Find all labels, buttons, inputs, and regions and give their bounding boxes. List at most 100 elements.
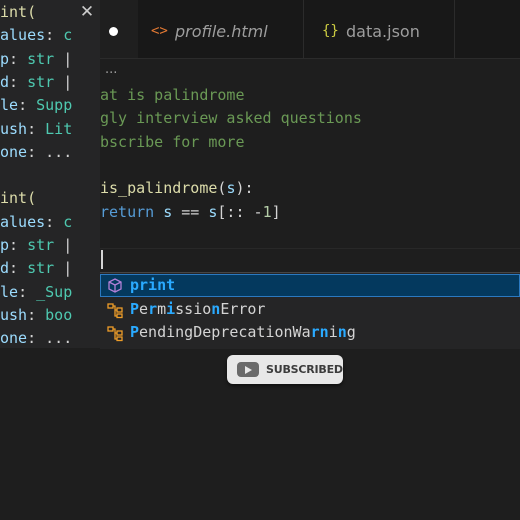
code-token: c (63, 212, 73, 231)
suggestion-label-part: i (166, 299, 176, 318)
code-token: ush (0, 119, 28, 138)
json-file-icon: {} (322, 23, 339, 39)
code-token: ): (235, 179, 254, 198)
code-token: | (54, 72, 73, 91)
suggestion-label-part: print (130, 276, 176, 294)
code-line: alues: c (0, 23, 72, 47)
modified-dot-icon[interactable] (109, 27, 118, 36)
code-token: boo (45, 305, 73, 324)
code-token: return (100, 202, 155, 221)
code-token: d (0, 259, 10, 278)
code-line: one: ... (0, 326, 72, 348)
suggestion-label-part: r (148, 299, 158, 318)
code-token: | (54, 259, 73, 278)
suggestion-label-part: ssio (175, 299, 212, 318)
code-token: : (9, 49, 28, 68)
code-token: is_palindrome (100, 179, 218, 198)
code-line: le: Supp (0, 93, 72, 117)
breadcrumb[interactable]: ... (105, 62, 117, 77)
code-token: | (54, 49, 73, 68)
code-token: bscribe for more (100, 132, 245, 151)
code-token: le (0, 96, 19, 115)
code-line: bscribe for more (100, 130, 245, 154)
suggestion-item[interactable]: print (100, 274, 520, 297)
code-token: gly interview asked questions (100, 109, 362, 128)
code-token: : (9, 259, 28, 278)
code-token: Supp (36, 96, 73, 115)
suggestion-label: PermissionError (130, 299, 265, 320)
suggestion-label-part: P (130, 299, 140, 318)
suggestion-label-part: n (337, 323, 347, 341)
suggestion-label-part: endingDeprecationWa (139, 323, 311, 341)
code-token: alues (0, 26, 46, 45)
code-token: str (27, 72, 55, 91)
code-token: | (54, 236, 73, 254)
code-token: : (45, 26, 64, 45)
code-token: c (63, 26, 73, 45)
tab-profile-html[interactable]: <> profile.html (138, 0, 304, 58)
code-line: p: str | (0, 233, 72, 257)
class-icon (106, 301, 124, 319)
code-line: d: str | (0, 70, 72, 94)
subscribed-label: SUBSCRIBED (266, 363, 343, 376)
tab-active[interactable] (100, 0, 138, 58)
code-token: alues (0, 212, 46, 231)
code-line: return s == s[:: -1] (100, 200, 281, 224)
code-line: ush: boo (0, 303, 72, 327)
suggestion-label-part: m (157, 299, 167, 318)
suggestion-label: PendingDeprecationWarning (130, 322, 356, 343)
code-token: int( (0, 3, 37, 21)
code-token: int( (0, 189, 37, 208)
suggestion-item[interactable]: PermissionError (100, 298, 520, 321)
code-token: str (27, 236, 55, 254)
code-token: d (0, 72, 10, 91)
code-line: gly interview asked questions (100, 106, 362, 130)
suggestion-label-part: P (130, 323, 140, 341)
code-line: d: str | (0, 256, 72, 280)
close-icon[interactable]: ✕ (78, 2, 96, 22)
code-token: : ... (27, 142, 73, 161)
youtube-play-icon (237, 362, 259, 377)
code-token: : (18, 96, 37, 115)
function-cube-icon (106, 277, 124, 295)
code-token: == (172, 202, 209, 221)
text-caret (101, 250, 103, 269)
code-line: at is palindrome (100, 83, 245, 107)
suggestion-label-part: Error (220, 299, 266, 318)
code-token: : (27, 119, 46, 138)
code-token: le (0, 282, 19, 301)
class-icon (106, 324, 124, 342)
suggestion-item[interactable]: PendingDeprecationWarning (100, 321, 520, 344)
suggestion-label-part: rn (310, 323, 329, 341)
code-token: Lit (45, 119, 73, 138)
suggestion-label-part: g (346, 323, 356, 341)
subscribed-badge[interactable]: SUBSCRIBED (227, 355, 343, 384)
code-token: ] (271, 202, 281, 221)
html-file-icon: <> (151, 23, 168, 39)
code-token: [:: - (217, 202, 263, 221)
code-token: s (163, 202, 173, 221)
current-line-highlight (100, 248, 520, 275)
code-token: : (27, 305, 46, 324)
hover-panel: int(alues: c p: str | d: str | le: Supp ush:… (0, 0, 100, 348)
tab-data-json[interactable]: {} data.json (304, 0, 455, 58)
code-line: p: str | (0, 47, 72, 71)
code-token: : (9, 72, 28, 91)
code-token: 1 (262, 202, 272, 221)
code-token: at is palindrome (100, 86, 245, 104)
code-line: ush: Lit (0, 117, 72, 141)
code-line: alues: c (0, 210, 72, 234)
code-token: one (0, 142, 28, 161)
suggestion-label-part: i (328, 323, 338, 341)
code-line: int( (0, 0, 36, 24)
code-line: int( (0, 186, 36, 210)
code-token: ush (0, 305, 28, 324)
code-token: : (45, 212, 64, 231)
code-token: : (9, 236, 28, 254)
tab-label: profile.html (175, 22, 268, 41)
tab-bar: <> profile.html {} data.json (100, 0, 520, 59)
tab-label: data.json (346, 22, 420, 41)
code-token: str (27, 259, 55, 278)
code-line: le: _Sup (0, 280, 72, 304)
